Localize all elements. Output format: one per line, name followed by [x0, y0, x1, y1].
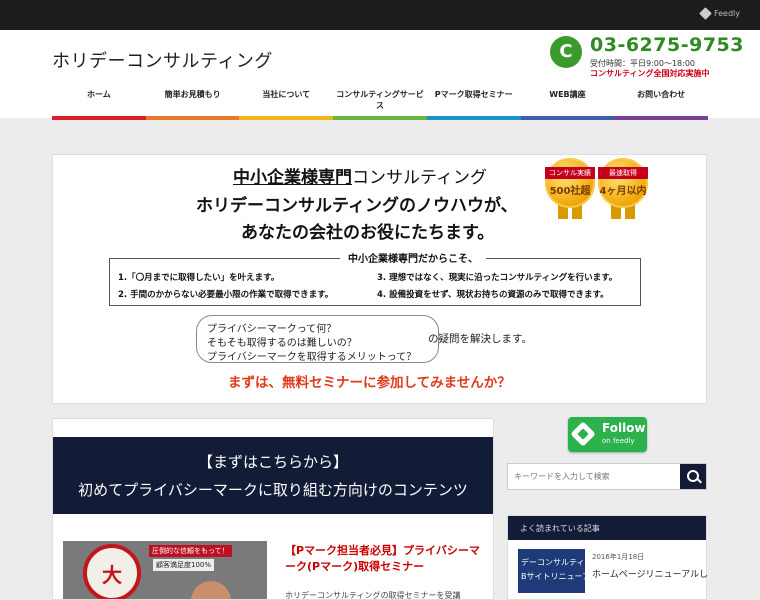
popular-post-title[interactable]: ホームページリニューアルし [592, 567, 708, 580]
widget-title: よく読まれている記事 [520, 524, 600, 533]
color-bar-segment [145, 116, 240, 120]
question-item: プライバシーマークを取得するメリットって？ [207, 352, 417, 363]
nav-item-services[interactable]: コンサルティングサービス [333, 86, 427, 116]
feedly-follow-label: Follow [602, 421, 646, 435]
popular-posts-widget: よく読まれている記事 デーコンサルティ Bサイトリニューア 2016年1月18日… [507, 515, 708, 600]
popular-post-date: 2016年1月18日 [592, 553, 645, 561]
benefits-box: 中小企業様専門だからこそ、 1.「〇月までに取得したい」を叶えます。 2. 手間… [109, 250, 641, 306]
color-bar-segment [614, 116, 709, 120]
nav-item-contact[interactable]: お問い合わせ [614, 86, 708, 116]
medal-consult-record: コンサル実績 500社超 [545, 158, 595, 208]
color-bar-segment [239, 116, 334, 120]
banner-line-3: あなたの会社のお役にたちます。 [241, 223, 495, 243]
feedly-top-label: Feedly [713, 9, 740, 18]
site-title[interactable]: ホリデーコンサルティング [52, 47, 273, 73]
medal-fastest: 最速取得 4ヶ月以内 [598, 158, 648, 208]
feedly-icon [570, 421, 596, 447]
color-bar-segment [333, 116, 427, 120]
phone-contact[interactable]: C 03-6275-9753 受付時間：平日9:00～18:00 コンサルティン… [550, 34, 743, 78]
nav-item-estimate[interactable]: 簡単お見積もり [146, 86, 240, 116]
question-item: プライバシーマークって何？ [207, 324, 337, 335]
question-item: そもそも取得するのは難しいの？ [207, 338, 357, 349]
thumb-text: デーコンサルティ [521, 558, 585, 567]
search-input[interactable] [508, 464, 682, 489]
main-nav: ホーム 簡単お見積もり 当社について コンサルティングサービス Pマーク取得セミ… [52, 86, 708, 116]
nav-color-bar [52, 116, 709, 120]
site-header: ホリデーコンサルティング C 03-6275-9753 受付時間：平日9:00～… [0, 30, 760, 118]
feedly-icon [699, 7, 712, 20]
person-photo [191, 581, 231, 599]
top-bar: Feedly [0, 0, 760, 30]
benefits-title: 中小企業様専門だからこそ、 [340, 250, 486, 265]
main-content: 【まずはこちらから】 初めてプライバシーマークに取り組む方向けのコンテンツ 大 … [52, 418, 494, 600]
post-excerpt: ホリデーコンサルティングの取得セミナーを受講 [285, 591, 461, 600]
phone-area-note: コンサルティング全国対応実施中 [590, 69, 710, 78]
search-button[interactable] [680, 464, 706, 489]
nav-item-home[interactable]: ホーム [52, 86, 146, 116]
color-bar-segment [52, 116, 146, 120]
phone-number: 03-6275-9753 [590, 34, 744, 56]
widget-header: よく読まれている記事 [508, 516, 706, 540]
color-bar-segment [426, 116, 521, 120]
popular-post-thumbnail[interactable]: デーコンサルティ Bサイトリニューア [518, 549, 585, 593]
hero-banner[interactable]: 中小企業様専門コンサルティング ホリデーコンサルティングのノウハウが、 あなたの… [52, 154, 707, 404]
benefit-item: 4. 設備投資をせず、現状お持ちの資源のみで取得できます。 [377, 290, 609, 300]
thumb-caption-2: 顧客満足度100% [153, 559, 215, 571]
banner-line-1-rest: コンサルティング [352, 168, 487, 188]
banner-line-1: 中小企業様専門コンサルティング [233, 163, 487, 188]
color-bar-segment [520, 116, 615, 120]
benefit-item: 1.「〇月までに取得したい」を叶えます。 [118, 273, 280, 283]
question-bubble: プライバシーマークって何？ そもそも取得するのは難しいの？ プライバシーマークを… [196, 315, 439, 363]
post-thumbnail[interactable]: 大 圧倒的な信頼をもって！ 顧客満足度100% [63, 541, 267, 599]
medal-top-text: 最速取得 [598, 167, 648, 179]
banner-line-2: ホリデーコンサルティングのノウハウが、 [196, 196, 518, 216]
nav-item-web-course[interactable]: WEB講座 [521, 86, 615, 116]
search-icon [687, 470, 699, 482]
search-form [507, 463, 707, 490]
medal-bottom-text: 500社超 [549, 186, 591, 197]
thumb-caption-1: 圧倒的な信頼をもって！ [149, 545, 232, 557]
nav-item-about[interactable]: 当社について [239, 86, 333, 116]
post-title-link[interactable]: 【Pマーク担当者必見】プライバシーマーク(Pマーク)取得セミナー [285, 543, 485, 575]
nav-item-seminar[interactable]: Pマーク取得セミナー [427, 86, 521, 116]
benefit-item: 2. 手間のかからない必要最小限の作業で取得できます。 [118, 290, 334, 300]
stamp-graphic: 大 [83, 544, 141, 599]
medal-bottom-text: 4ヶ月以内 [599, 186, 647, 197]
medal-top-text: コンサル実績 [545, 167, 595, 179]
questions-resolve-text: の疑問を解決します。 [428, 333, 532, 345]
benefit-item: 3. 理想ではなく、現実に沿ったコンサルティングを行います。 [377, 273, 618, 283]
hero-line-2: 初めてプライバシーマークに取り組む方向けのコンテンツ [78, 481, 468, 499]
feedly-on-label: on feedly [602, 437, 635, 445]
thumb-text: Bサイトリニューア [521, 572, 585, 581]
hero-line-1: 【まずはこちらから】 [197, 453, 348, 471]
phone-icon: C [550, 36, 582, 68]
banner-highlight: 中小企業様専門 [233, 168, 352, 188]
beginner-hero[interactable]: 【まずはこちらから】 初めてプライバシーマークに取り組む方向けのコンテンツ [53, 437, 493, 514]
seminar-cta[interactable]: まずは、無料セミナーに参加してみませんか？ [228, 371, 511, 391]
feedly-top-link[interactable]: Feedly [699, 7, 740, 20]
follow-feedly-button[interactable]: Follow on feedly [568, 417, 647, 452]
